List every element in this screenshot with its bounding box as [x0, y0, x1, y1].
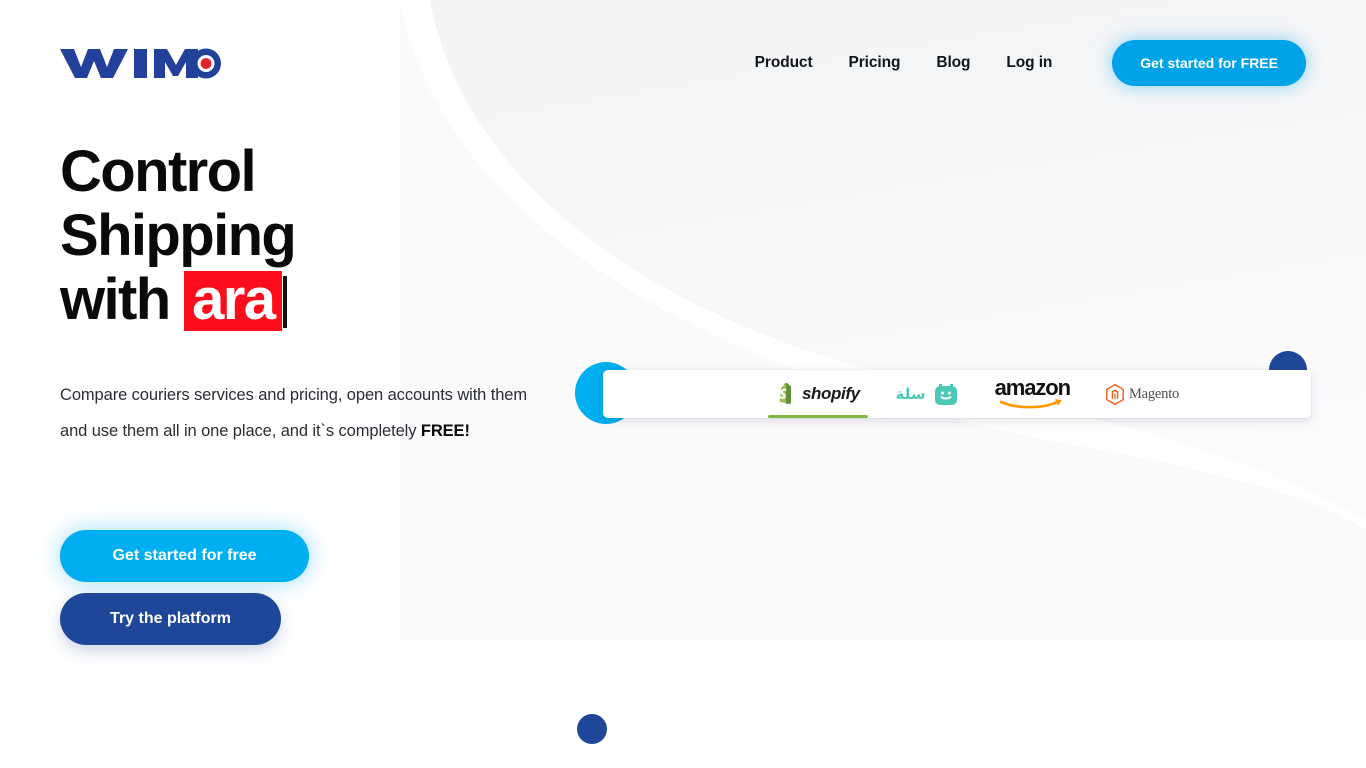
salla-logo: سلة — [896, 381, 959, 407]
shopify-bag-icon — [779, 382, 791, 404]
integration-item-salla[interactable]: سلة — [878, 370, 977, 418]
get-started-free-button[interactable]: Get started for free — [60, 530, 309, 582]
nav-item-login[interactable]: Log in — [988, 40, 1070, 86]
salla-smiley-bag-icon — [934, 384, 957, 405]
salla-label: سلة — [895, 385, 926, 403]
page-title: Control Shipping with ara — [60, 140, 580, 332]
integration-item-shopify[interactable]: shopify — [758, 370, 878, 418]
integrations-card: shopify سلة amazon Magento — [603, 370, 1311, 418]
header-get-started-button[interactable]: Get started for FREE — [1112, 40, 1306, 86]
magento-logo: Magento — [1106, 383, 1180, 405]
landing-page: Product Pricing Blog Log in Get started … — [0, 0, 1366, 768]
hero-section: Control Shipping with ara Compare courie… — [60, 140, 580, 449]
headline-prefix: with — [60, 267, 171, 332]
wimo-logo[interactable] — [60, 44, 222, 82]
site-header: Product Pricing Blog Log in Get started … — [0, 0, 1366, 126]
wimo-logo-mark — [60, 48, 221, 79]
main-navigation: Product Pricing Blog Log in Get started … — [737, 40, 1306, 86]
nav-item-pricing[interactable]: Pricing — [831, 40, 919, 86]
integration-item-amazon[interactable]: amazon — [977, 370, 1088, 418]
decorative-circle-navy-bottom — [577, 714, 607, 744]
headline-line-3: with ara — [60, 268, 580, 332]
headline-typed-word: ara — [184, 271, 283, 331]
nav-item-blog[interactable]: Blog — [918, 40, 988, 86]
integration-item-magento[interactable]: Magento — [1088, 370, 1197, 418]
headline-line-1: Control — [60, 139, 257, 204]
typing-caret — [283, 276, 288, 328]
hero-subtitle: Compare couriers services and pricing, o… — [60, 377, 530, 449]
hero-cta-group: Get started for free Try the platform — [60, 530, 309, 645]
integrations-section: shopify سلة amazon Magento — [575, 340, 1335, 440]
try-platform-button[interactable]: Try the platform — [60, 593, 281, 645]
amazon-label: amazon — [994, 375, 1071, 400]
magento-label: Magento — [1128, 385, 1180, 402]
headline-line-2: Shipping — [60, 203, 297, 268]
shopify-logo: shopify — [776, 382, 860, 406]
nav-item-product[interactable]: Product — [737, 40, 831, 86]
magento-hexagon-icon — [1106, 383, 1124, 405]
hero-subtitle-emphasis: FREE! — [420, 422, 470, 440]
amazon-swoosh-icon — [999, 399, 1063, 409]
integration-logo-list: shopify سلة amazon Magento — [758, 370, 1197, 418]
shopify-label: shopify — [802, 384, 860, 403]
amazon-logo: amazon — [994, 375, 1071, 410]
